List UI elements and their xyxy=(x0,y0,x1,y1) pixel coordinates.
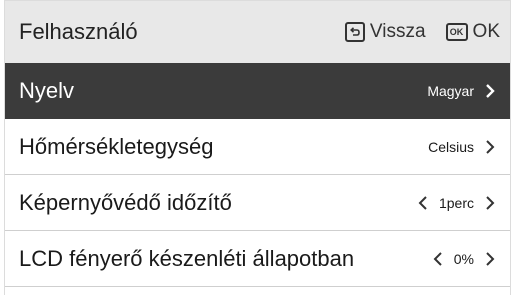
back-label: Vissza xyxy=(369,21,426,42)
chevron-left-icon[interactable] xyxy=(415,195,431,211)
menu-item-label: Képernyővédő időzítő xyxy=(19,189,232,215)
back-button[interactable]: Vissza xyxy=(344,21,426,43)
menu-item-value-group: 1perc xyxy=(415,195,498,211)
header-actions: Vissza OK OK xyxy=(344,21,500,43)
menu-item-temperature-unit[interactable]: Hőmérsékletegység Celsius xyxy=(5,119,510,175)
return-arrow-icon xyxy=(344,22,365,42)
chevron-right-icon[interactable] xyxy=(482,251,498,267)
menu-item-lcd-standby-brightness[interactable]: LCD fényerő készenléti állapotban 0% xyxy=(5,231,510,287)
header-bar: Felhasználó Vissza OK OK xyxy=(5,0,510,63)
ok-label: OK xyxy=(472,21,500,42)
chevron-right-icon[interactable] xyxy=(482,139,498,155)
menu-item-language[interactable]: Nyelv Magyar xyxy=(5,63,510,119)
menu-item-value: 1perc xyxy=(438,194,474,211)
menu-item-screensaver-timer[interactable]: Képernyővédő időzítő 1perc xyxy=(5,175,510,231)
menu-item-value-group: Magyar xyxy=(427,83,498,99)
settings-screen: Felhasználó Vissza OK OK Nyelv Magyar Hő… xyxy=(4,0,511,295)
menu-item-value: 0% xyxy=(453,250,474,267)
page-title: Felhasználó xyxy=(19,19,138,44)
ok-key-icon: OK xyxy=(445,23,468,41)
ok-button[interactable]: OK OK xyxy=(445,21,500,43)
chevron-right-icon[interactable] xyxy=(482,195,498,211)
menu-item-value-group: 0% xyxy=(430,251,498,267)
chevron-left-icon[interactable] xyxy=(430,251,446,267)
menu-item-label: LCD fényerő készenléti állapotban xyxy=(19,245,355,271)
menu-item-label: Hőmérsékletegység xyxy=(19,133,214,159)
menu-item-value-group: Celsius xyxy=(428,139,498,155)
menu-item-label: Nyelv xyxy=(19,78,75,103)
chevron-right-icon[interactable] xyxy=(482,83,498,99)
menu-item-value: Celsius xyxy=(428,138,474,155)
menu-item-value: Magyar xyxy=(427,83,474,99)
